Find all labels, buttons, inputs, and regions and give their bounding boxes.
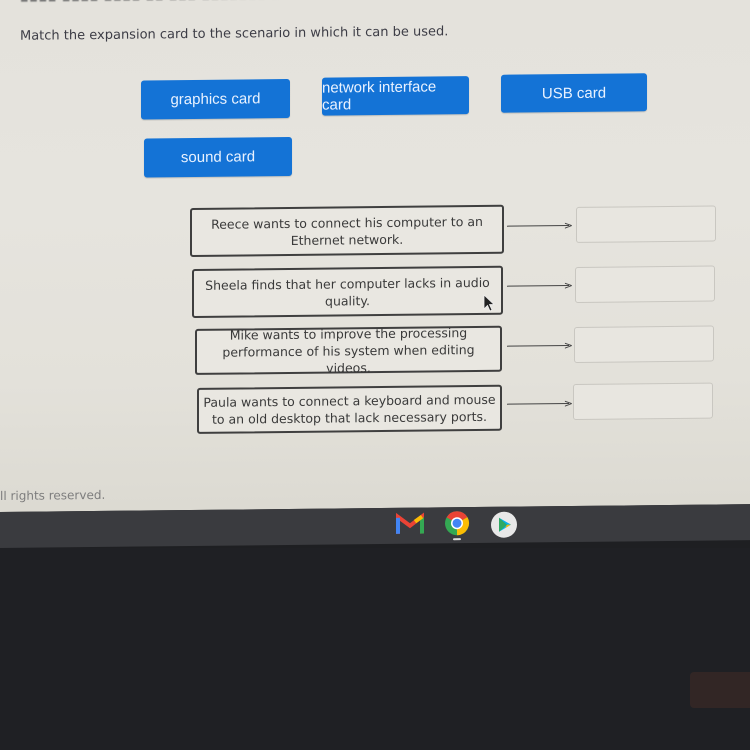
drop-target-paula[interactable] [573,382,713,420]
tile-usb-card[interactable]: USB card [501,73,647,113]
drop-target-reece[interactable] [576,205,716,243]
drop-target-sheela[interactable] [575,265,715,303]
arrow-icon: > [507,397,575,411]
truncated-header: ▪▪▪▪ ▪▪▪▪ ▪▪▪▪ ▪▪ ▪▪▪ ▪▪▪▪▪▪▪ ▪▪▪ [20,0,299,6]
browser-page: ▪▪▪▪ ▪▪▪▪ ▪▪▪▪ ▪▪ ▪▪▪ ▪▪▪▪▪▪▪ ▪▪▪ Match … [0,0,750,512]
scenario-reece: Reece wants to connect his computer to a… [190,204,504,258]
drop-target-mike[interactable] [574,325,714,363]
mouse-cursor-icon [483,294,496,312]
tile-graphics-card[interactable]: graphics card [141,78,290,120]
play-store-icon[interactable] [490,511,518,539]
reflection-glare [690,672,750,708]
gmail-icon[interactable] [395,512,425,536]
scenario-mike: Mike wants to improve the processing per… [195,325,502,375]
tile-network-interface-card[interactable]: network interface card [322,76,469,116]
chrome-icon[interactable] [442,509,472,541]
question-instruction: Match the expansion card to the scenario… [20,24,449,44]
arrow-icon: > [507,219,575,233]
arrow-icon: > [507,339,575,353]
scenario-paula: Paula wants to connect a keyboard and mo… [197,384,502,434]
tile-sound-card[interactable]: sound card [144,136,292,178]
laptop-bezel [0,548,750,750]
os-shelf [0,504,750,548]
copyright-footer: ll rights reserved. [0,487,106,503]
arrow-icon: > [507,279,575,293]
scenario-sheela: Sheela finds that her computer lacks in … [192,265,503,318]
